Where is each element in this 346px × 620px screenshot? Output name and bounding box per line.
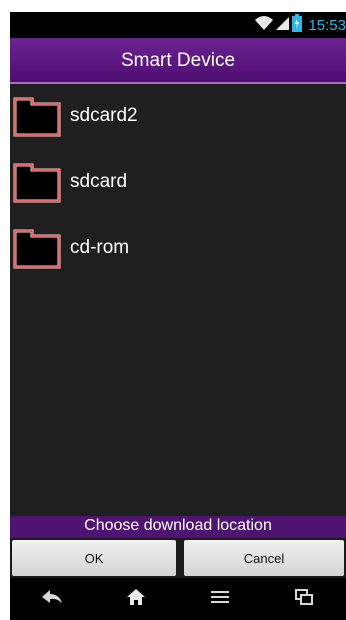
signal-icon bbox=[276, 15, 290, 36]
list-item-sdcard2[interactable]: sdcard2 bbox=[10, 84, 346, 148]
folder-icon bbox=[10, 223, 66, 273]
list-item-cd-rom[interactable]: cd-rom bbox=[10, 216, 346, 280]
recent-apps-button[interactable] bbox=[262, 578, 346, 620]
list-item-sdcard[interactable]: sdcard bbox=[10, 150, 346, 214]
button-row: OK Cancel bbox=[10, 538, 346, 578]
ok-button[interactable]: OK bbox=[12, 540, 176, 576]
location-list: sdcard2 sdcard cd-rom bbox=[10, 84, 346, 516]
page-title: Smart Device bbox=[120, 50, 236, 71]
menu-button[interactable] bbox=[178, 578, 262, 620]
status-clock: 15:53 bbox=[308, 16, 346, 34]
navigation-bar bbox=[10, 578, 346, 620]
list-item-label: sdcard bbox=[70, 171, 128, 192]
list-item-label: sdcard2 bbox=[70, 105, 138, 126]
back-button[interactable] bbox=[10, 578, 94, 620]
menu-icon bbox=[210, 589, 230, 610]
status-icons: 15:53 bbox=[254, 12, 346, 38]
home-icon bbox=[126, 588, 146, 611]
recent-apps-icon bbox=[294, 588, 314, 611]
wifi-icon bbox=[254, 15, 274, 36]
home-button[interactable] bbox=[94, 578, 178, 620]
footer-prompt: Choose download location bbox=[84, 517, 272, 534]
battery-icon bbox=[292, 13, 303, 37]
folder-icon bbox=[10, 91, 66, 141]
cancel-button[interactable]: Cancel bbox=[184, 540, 344, 576]
list-item-label: cd-rom bbox=[70, 237, 130, 258]
folder-icon bbox=[10, 157, 66, 207]
back-icon bbox=[41, 589, 63, 610]
title-bar: Smart Device bbox=[10, 38, 346, 84]
status-bar: 15:53 bbox=[10, 12, 346, 38]
footer-bar: Choose download location bbox=[10, 516, 346, 538]
